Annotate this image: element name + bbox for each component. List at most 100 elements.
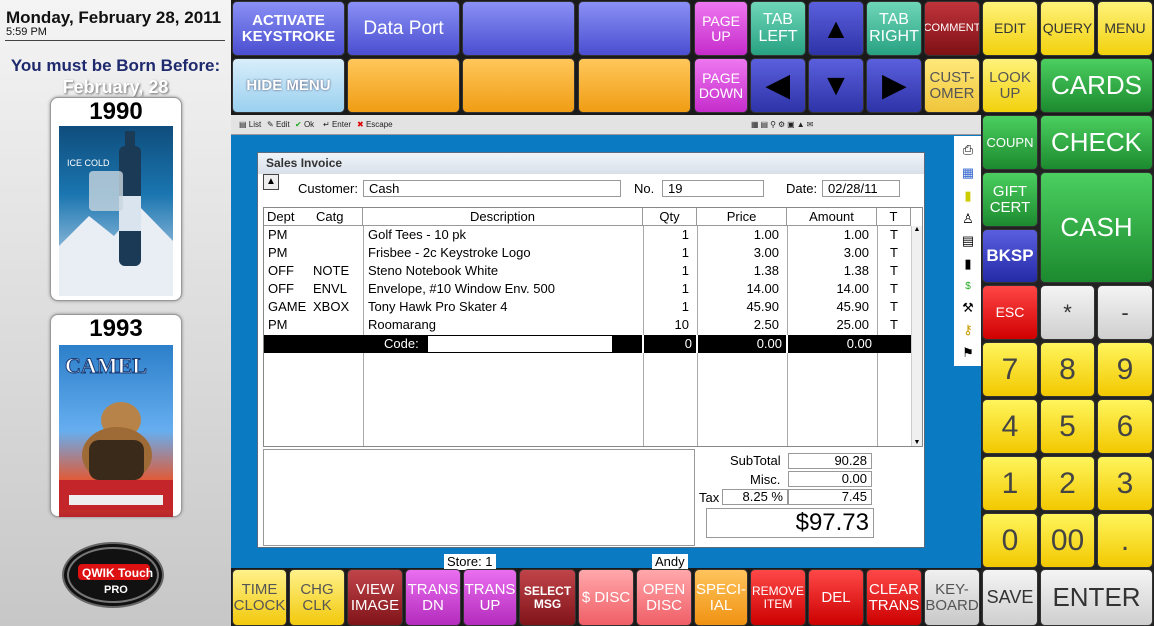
keypad-key[interactable]: 6 [1097,399,1153,454]
change-clock-button[interactable]: CHG CLK [289,569,345,626]
keypad-key[interactable]: 7 [982,342,1038,397]
calculator-icon[interactable]: ▤ [958,233,978,249]
col-header-t[interactable]: T [877,208,911,226]
blank-orange-button-1[interactable] [347,58,460,113]
enter-button[interactable]: ENTER [1040,569,1153,626]
calendar-icon[interactable]: ▦ [958,165,978,181]
special-button[interactable]: SPECI-IAL [694,569,748,626]
table-row[interactable] [264,316,911,334]
keypad-key[interactable]: . [1097,513,1153,568]
col-header-qty[interactable]: Qty [643,208,697,226]
keypad-key[interactable]: 5 [1040,399,1095,454]
toolbar-icon-group[interactable]: ▦▤⚲⚙▣▲✉ [751,120,815,129]
page-down-button[interactable]: PAGE DOWN [694,58,748,113]
arrow-up-button[interactable]: ▲ [808,1,864,56]
keypad-key[interactable]: 00 [1040,513,1095,568]
table-row[interactable] [264,244,911,262]
left-panel: Monday, February 28, 2011 5:59 PM You mu… [0,0,231,626]
view-image-button[interactable]: VIEW IMAGE [347,569,403,626]
remove-item-button[interactable]: REMOVE ITEM [750,569,806,626]
select-msg-button[interactable]: SELECT MSG [519,569,576,626]
table-row[interactable] [264,298,911,316]
barcode-icon[interactable]: ▮ [958,256,978,272]
tools-icon[interactable]: ⚒ [958,300,978,316]
key-icon[interactable]: ⚷ [958,322,978,338]
scroll-down-icon[interactable]: ▼ [912,439,922,446]
col-header-price[interactable]: Price [697,208,787,226]
customer-button[interactable]: CUST-OMER [924,58,980,113]
activate-keystroke-button[interactable]: ACTIVATE KEYSTROKE [232,1,345,56]
toolbar-escape[interactable]: ✖ Escape [357,120,393,129]
blank-button-2[interactable] [578,1,691,56]
keypad-key[interactable]: 3 [1097,456,1153,511]
flag-icon[interactable]: ⚑ [958,345,978,361]
trans-up-button[interactable]: TRANS UP [463,569,517,626]
dollar-discount-button[interactable]: $ DISC [578,569,634,626]
printer-icon[interactable]: ⎙ [958,142,978,158]
arrow-left-button[interactable]: ◀ [750,58,806,113]
arrow-right-button[interactable]: ▶ [866,58,922,113]
comment-label: COMMENT [924,21,980,34]
multiply-button[interactable]: * [1040,285,1095,340]
comment-button[interactable]: COMMENT [924,1,980,56]
clear-trans-button[interactable]: CLEAR TRANS [866,569,922,626]
keypad-key[interactable]: 4 [982,399,1038,454]
misc-value[interactable]: 0.00 [788,471,872,487]
table-row[interactable] [264,280,911,298]
keyboard-button[interactable]: KEY-BOARD [924,569,980,626]
tab-right-button[interactable]: TAB RIGHT [866,1,922,56]
scroll-up-icon[interactable]: ▲ [912,226,922,233]
query-button[interactable]: QUERY [1040,1,1095,56]
trans-down-button[interactable]: TRANS DN [405,569,461,626]
data-port-button[interactable]: Data Port [347,1,460,56]
entry-row[interactable]: Code: 0 0.00 0.00 [264,335,911,353]
open-discount-button[interactable]: OPEN DISC [636,569,692,626]
net30-icon[interactable]: $ [958,279,978,295]
hide-menu-button[interactable]: HIDE MENU [232,58,345,113]
col-header-description[interactable]: Description [363,208,643,226]
customer-field[interactable]: Cash [363,180,621,197]
check-button[interactable]: CHECK [1040,115,1153,170]
blank-orange-button-2[interactable] [462,58,575,113]
cell-amount: 25.00 [836,317,869,332]
keypad-key[interactable]: 8 [1040,342,1095,397]
notes-area[interactable] [263,449,695,546]
escape-button[interactable]: ESC [982,285,1038,340]
person-icon[interactable]: ♙ [958,211,978,227]
toolbar-enter[interactable]: ↵ Enter [323,120,351,129]
cards-button[interactable]: CARDS [1040,58,1153,113]
keypad-key[interactable]: 1 [982,456,1038,511]
table-row[interactable] [264,226,911,244]
arrow-down-button[interactable]: ▼ [808,58,864,113]
backspace-button[interactable]: BKSP [982,229,1038,283]
collapse-arrow-icon[interactable]: ▲ [263,174,279,190]
time-clock-button[interactable]: TIME CLOCK [232,569,287,626]
grid-scrollbar[interactable]: ▲ ▼ [911,226,922,446]
delete-button[interactable]: DEL [808,569,864,626]
minus-button[interactable]: - [1097,285,1153,340]
lookup-button[interactable]: LOOK UP [982,58,1038,113]
gift-cert-button[interactable]: GIFT CERT [982,172,1038,227]
blank-button-1[interactable] [462,1,575,56]
date-field[interactable]: 02/28/11 [822,180,900,197]
table-row[interactable] [264,262,911,280]
save-button[interactable]: SAVE [982,569,1038,626]
invoice-no-field[interactable]: 19 [662,180,764,197]
keypad-key[interactable]: 9 [1097,342,1153,397]
col-header-amount[interactable]: Amount [787,208,877,226]
edit-button[interactable]: EDIT [982,1,1038,56]
toolbar-ok[interactable]: ✔ Ok [295,120,314,129]
code-input[interactable] [428,336,612,352]
menu-button[interactable]: MENU [1097,1,1153,56]
col-header-dept-catg[interactable]: Dept Catg [264,208,363,226]
coupon-button[interactable]: COUPN [982,115,1038,170]
keypad-key[interactable]: 0 [982,513,1038,568]
cash-button[interactable]: CASH [1040,172,1153,283]
toolbar-list[interactable]: ▤ List [239,120,261,129]
page-up-button[interactable]: PAGE UP [694,1,748,56]
folder-icon[interactable]: ▮ [958,188,978,204]
toolbar-edit[interactable]: ✎ Edit [267,120,290,129]
blank-orange-button-3[interactable] [578,58,691,113]
keypad-key[interactable]: 2 [1040,456,1095,511]
tab-left-button[interactable]: TAB LEFT [750,1,806,56]
